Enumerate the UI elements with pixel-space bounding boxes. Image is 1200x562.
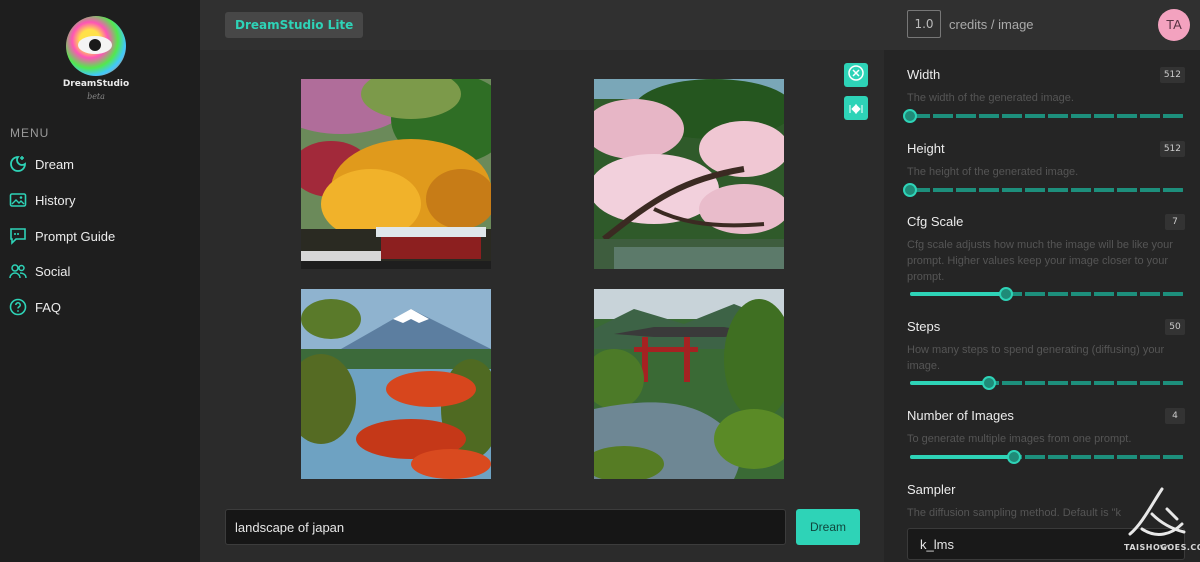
sampler-selected-value: k_lms: [920, 537, 954, 552]
brand-beta-label: beta: [87, 92, 105, 101]
social-icon: [9, 262, 27, 280]
credits-label: credits / image: [949, 16, 1034, 32]
close-circle-icon: [847, 64, 865, 86]
setting-description: How many steps to spend generating (diff…: [907, 344, 1165, 372]
setting-description: To generate multiple images from one pro…: [907, 433, 1132, 445]
setting-value: 7: [1165, 214, 1185, 230]
slider-thumb[interactable]: [903, 183, 917, 197]
width-setting: Width 512 The width of the generated ima…: [907, 67, 1185, 106]
menu-heading: MENU: [10, 126, 50, 140]
sidebar-item-faq[interactable]: FAQ: [9, 296, 61, 318]
generated-image-torii-pond[interactable]: [594, 289, 784, 479]
setting-value: 50: [1165, 319, 1185, 335]
sidebar-item-label: Social: [35, 263, 71, 279]
cancel-generation-button[interactable]: [844, 63, 868, 87]
prompt-guide-icon: [9, 227, 27, 245]
sidebar-item-dream[interactable]: Dream: [9, 153, 74, 175]
setting-title: Height: [907, 141, 945, 156]
history-icon: [9, 191, 27, 209]
setting-title: Number of Images: [907, 408, 1014, 423]
credits-value: 1.0: [907, 10, 941, 38]
sidebar: DreamStudio beta MENU Dream History Prom…: [0, 0, 200, 562]
number-of-images-setting: Number of Images 4 To generate multiple …: [907, 408, 1185, 447]
skip-icon: [849, 99, 863, 118]
slider-thumb[interactable]: [998, 287, 1013, 301]
setting-value: 4: [1165, 408, 1185, 424]
setting-description: Cfg scale adjusts how much the image wil…: [907, 239, 1173, 283]
generated-image-mount-fuji[interactable]: [301, 289, 491, 479]
setting-value: 512: [1159, 141, 1185, 157]
sidebar-item-history[interactable]: History: [9, 189, 75, 211]
slider-thumb[interactable]: [982, 376, 997, 390]
setting-title: Width: [907, 67, 941, 82]
watermark-text: TAISHOGOES.COM: [1124, 543, 1200, 552]
dream-button[interactable]: Dream: [796, 509, 860, 545]
faq-icon: [9, 298, 27, 316]
sidebar-item-label: Dream: [35, 156, 75, 172]
sidebar-item-social[interactable]: Social: [9, 260, 70, 282]
steps-setting: Steps 50 How many steps to spend generat…: [907, 319, 1185, 374]
width-slider[interactable]: [903, 109, 1184, 123]
slider-thumb[interactable]: [903, 109, 917, 123]
setting-title: Steps: [907, 319, 941, 334]
cfg-scale-slider[interactable]: [910, 287, 1184, 301]
dream-icon: [9, 155, 27, 173]
height-slider[interactable]: [903, 183, 1184, 197]
user-avatar[interactable]: TA: [1158, 9, 1190, 41]
sidebar-item-label: Prompt Guide: [35, 228, 116, 244]
height-setting: Height 512 The height of the generated i…: [907, 141, 1185, 180]
sidebar-item-label: History: [35, 192, 76, 208]
brand-name: DreamStudio: [62, 79, 130, 89]
prompt-input[interactable]: [225, 509, 786, 545]
generated-image-autumn-temple[interactable]: [301, 79, 491, 269]
slider-thumb[interactable]: [1007, 450, 1022, 464]
setting-value: 512: [1159, 67, 1185, 83]
setting-description: The width of the generated image.: [907, 92, 1074, 104]
setting-description: The height of the generated image.: [907, 166, 1079, 178]
sidebar-item-label: FAQ: [35, 299, 62, 315]
sidebar-item-prompt-guide[interactable]: Prompt Guide: [9, 225, 115, 247]
app-title-chip: DreamStudio Lite: [225, 12, 364, 38]
steps-slider[interactable]: [910, 376, 1184, 390]
skip-to-end-button[interactable]: [844, 96, 868, 120]
number-of-images-slider[interactable]: [910, 450, 1184, 464]
setting-title: Cfg Scale: [907, 214, 964, 229]
cfg-scale-setting: Cfg Scale 7 Cfg scale adjusts how much t…: [907, 214, 1185, 285]
credits-per-image: 1.0 credits / image: [907, 10, 1034, 38]
dreamstudio-logo: [66, 16, 126, 76]
generated-image-cherry-blossom[interactable]: [594, 79, 784, 269]
